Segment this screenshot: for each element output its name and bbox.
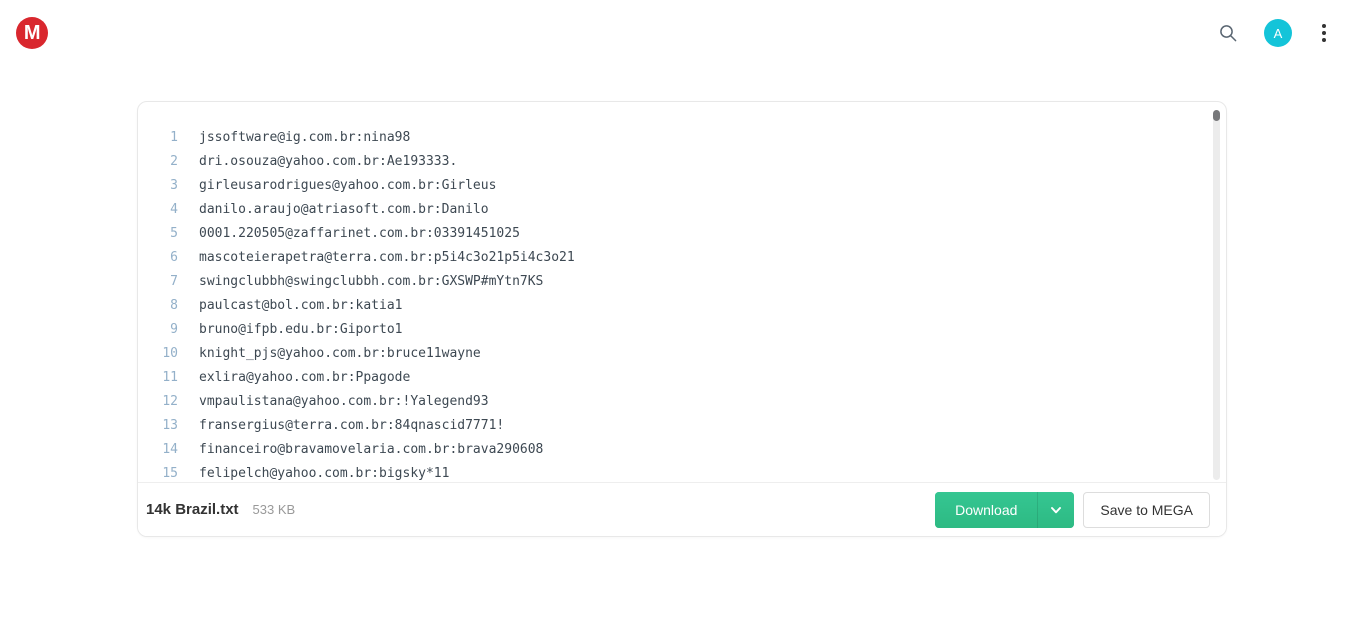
vertical-dots-icon-dot-3 <box>1322 38 1326 42</box>
line-content: felipelch@yahoo.com.br:bigsky*11 <box>199 466 450 481</box>
download-split-button: Download <box>935 491 1075 528</box>
app-header: M A <box>0 0 1364 66</box>
line-content: 0001.220505@zaffarinet.com.br:0339145102… <box>199 226 520 241</box>
text-line: 11 exlira@yahoo.com.br:Ppagode <box>138 366 1226 390</box>
line-content: fransergius@terra.com.br:84qnascid7771! <box>199 418 505 433</box>
text-line: 2 dri.osouza@yahoo.com.br:Ae193333. <box>138 150 1226 174</box>
line-content: mascoteierapetra@terra.com.br:p5i4c3o21p… <box>199 250 575 265</box>
text-line: 10 knight_pjs@yahoo.com.br:bruce11wayne <box>138 342 1226 366</box>
text-viewer[interactable]: 1 jssoftware@ig.com.br:nina98 2 dri.osouza@… <box>138 102 1226 482</box>
file-size-label: 533 KB <box>252 502 296 517</box>
line-number: 14 <box>162 442 178 457</box>
line-content: exlira@yahoo.com.br:Ppagode <box>199 370 411 385</box>
text-line: 4 danilo.araujo@atriasoft.com.br:Danilo <box>138 198 1226 222</box>
line-content: financeiro@bravamovelaria.com.br:brava29… <box>199 442 544 457</box>
line-content: vmpaulistana@yahoo.com.br:!Yalegend93 <box>199 394 489 409</box>
line-number: 7 <box>170 274 178 289</box>
line-number: 2 <box>170 154 178 169</box>
text-line: 14 financeiro@bravamovelaria.com.br:brava… <box>138 438 1226 462</box>
search-icon <box>1220 25 1237 42</box>
line-content: bruno@ifpb.edu.br:Giporto1 <box>199 322 403 337</box>
viewer-scrollbar-thumb[interactable] <box>1213 110 1220 121</box>
line-number: 4 <box>170 202 178 217</box>
download-options-button[interactable] <box>1037 491 1075 528</box>
text-line: 7 swingclubbh@swingclubbh.com.br:GXSWP#mY… <box>138 270 1226 294</box>
line-number: 8 <box>170 298 178 313</box>
vertical-dots-icon-dot-2 <box>1322 31 1326 35</box>
line-number: 12 <box>162 394 178 409</box>
text-line: 1 jssoftware@ig.com.br:nina98 <box>138 126 1226 150</box>
line-number: 9 <box>170 322 178 337</box>
line-number: 1 <box>170 130 178 145</box>
search-button[interactable] <box>1214 19 1242 47</box>
mega-logo-letter: M <box>23 22 41 44</box>
download-button[interactable]: Download <box>935 491 1038 528</box>
text-line: 8 paulcast@bol.com.br:katia1 <box>138 294 1226 318</box>
text-line: 12 vmpaulistana@yahoo.com.br:!Yalegend93 <box>138 390 1226 414</box>
line-content: girleusarodrigues@yahoo.com.br:Girleus <box>199 178 497 193</box>
file-action-bar: 14k Brazil.txt 533 KB Download Save to M… <box>138 482 1226 536</box>
line-number: 5 <box>170 226 178 241</box>
line-content: knight_pjs@yahoo.com.br:bruce11wayne <box>199 346 481 361</box>
header-actions: A <box>1214 19 1334 47</box>
mega-logo[interactable]: M <box>16 17 48 49</box>
line-number: 11 <box>162 370 178 385</box>
line-content: swingclubbh@swingclubbh.com.br:GXSWP#mYt… <box>199 274 544 289</box>
text-line: 13 fransergius@terra.com.br:84qnascid7771… <box>138 414 1226 438</box>
line-content: paulcast@bol.com.br:katia1 <box>199 298 403 313</box>
file-preview-card: 1 jssoftware@ig.com.br:nina98 2 dri.osouza@… <box>137 101 1227 537</box>
action-button-group: Download Save to MEGA <box>935 491 1210 528</box>
line-number: 15 <box>162 466 178 481</box>
save-to-mega-button[interactable]: Save to MEGA <box>1083 491 1210 528</box>
text-line-list: 1 jssoftware@ig.com.br:nina98 2 dri.osouza@… <box>138 126 1226 482</box>
save-to-mega-label: Save to MEGA <box>1100 501 1193 518</box>
text-line: 5 0001.220505@zaffarinet.com.br:033914510… <box>138 222 1226 246</box>
overflow-menu-button[interactable] <box>1314 21 1334 45</box>
file-name-label: 14k Brazil.txt <box>146 501 239 518</box>
line-number: 10 <box>162 346 178 361</box>
line-content: dri.osouza@yahoo.com.br:Ae193333. <box>199 154 458 169</box>
text-line: 3 girleusarodrigues@yahoo.com.br:Girleus <box>138 174 1226 198</box>
chevron-down-icon <box>1051 506 1062 513</box>
viewer-scrollbar-track[interactable] <box>1213 110 1220 480</box>
line-number: 6 <box>170 250 178 265</box>
line-content: jssoftware@ig.com.br:nina98 <box>199 130 411 145</box>
line-content: danilo.araujo@atriasoft.com.br:Danilo <box>199 202 489 217</box>
vertical-dots-icon-dot-1 <box>1322 24 1326 28</box>
download-button-label: Download <box>955 501 1018 518</box>
text-line: 15 felipelch@yahoo.com.br:bigsky*11 <box>138 462 1226 482</box>
line-number: 3 <box>170 178 178 193</box>
avatar[interactable]: A <box>1264 19 1292 47</box>
text-line: 9 bruno@ifpb.edu.br:Giporto1 <box>138 318 1226 342</box>
line-number: 13 <box>162 418 178 433</box>
avatar-letter: A <box>1273 25 1283 41</box>
text-line: 6 mascoteierapetra@terra.com.br:p5i4c3o21… <box>138 246 1226 270</box>
